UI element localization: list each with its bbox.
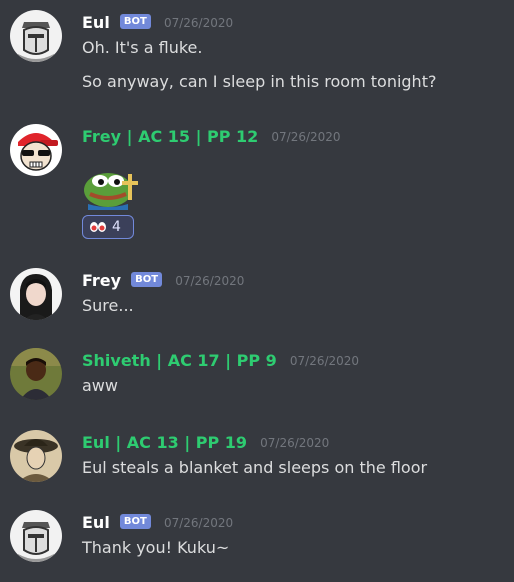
- timestamp: 07/26/2020: [163, 15, 234, 30]
- bot-badge: BOT: [119, 514, 151, 529]
- author-name[interactable]: Frey | AC 15 | PP 12: [82, 127, 258, 146]
- author-name[interactable]: Shiveth | AC 17 | PP 9: [82, 351, 277, 370]
- hat-character-avatar[interactable]: [10, 430, 62, 482]
- message-text: Sure...: [82, 296, 134, 315]
- author-name[interactable]: Frey: [82, 271, 121, 290]
- dark-hair-girl-avatar[interactable]: [10, 268, 62, 320]
- timestamp: 07/26/2020: [260, 435, 330, 450]
- author-name[interactable]: Eul: [82, 513, 110, 532]
- author-name[interactable]: Eul: [82, 13, 110, 32]
- bot-badge: BOT: [119, 14, 151, 29]
- message-text: Thank you! Kuku~: [82, 538, 230, 557]
- timestamp: 07/26/2020: [271, 129, 341, 144]
- message-text: Eul steals a blanket and sleeps on the f…: [82, 458, 428, 477]
- timestamp: 07/26/2020: [175, 273, 245, 288]
- message-text: So anyway, can I sleep in this room toni…: [82, 72, 437, 91]
- knight-helmet-avatar[interactable]: [10, 510, 62, 562]
- reaction-button[interactable]: 4: [82, 215, 134, 239]
- bot-badge: BOT: [131, 272, 163, 287]
- skull-cap-avatar[interactable]: [10, 124, 62, 176]
- timestamp: 07/26/2020: [289, 353, 360, 368]
- knight-helmet-avatar[interactable]: [10, 10, 62, 62]
- pepe-frog-emoji[interactable]: [82, 164, 140, 210]
- author-name[interactable]: Eul | AC 13 | PP 19: [82, 433, 247, 452]
- reaction-count: 4: [112, 219, 121, 235]
- message-text: Oh. It's a fluke.: [82, 38, 203, 57]
- eyes-emoji: [89, 218, 107, 237]
- timestamp: 07/26/2020: [163, 515, 234, 530]
- child-photo-avatar[interactable]: [10, 348, 62, 400]
- message-text: aww: [82, 376, 118, 395]
